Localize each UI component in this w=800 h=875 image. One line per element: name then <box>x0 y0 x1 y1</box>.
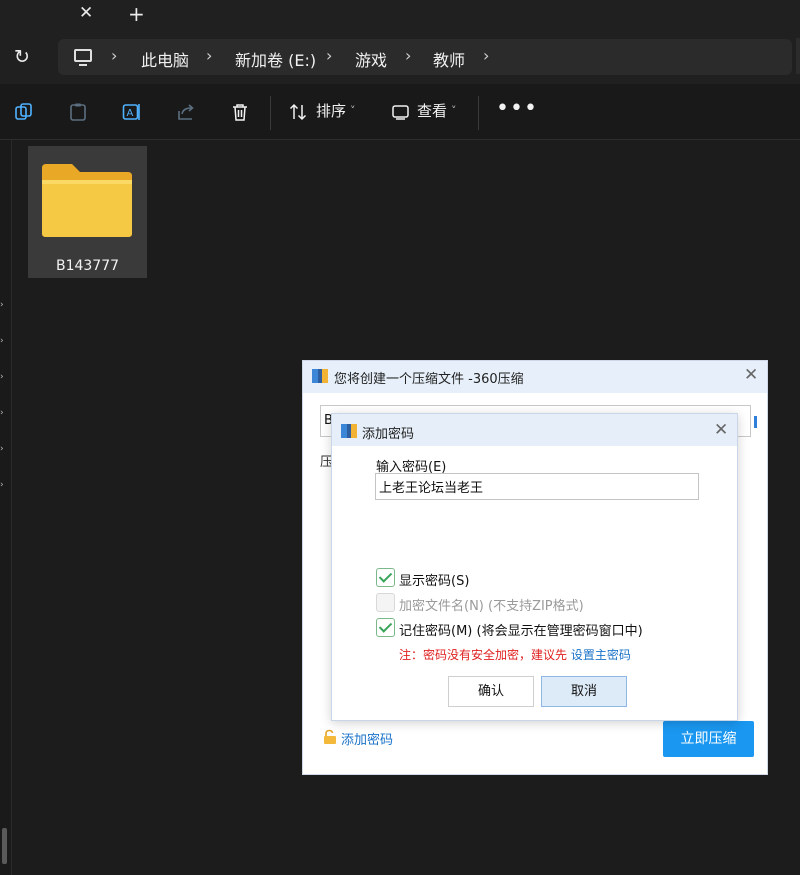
dialog-title-bar: 添加密码 ✕ <box>332 414 737 446</box>
breadcrumb-teacher[interactable]: 教师 <box>433 47 465 71</box>
chevron-right-icon[interactable]: › <box>405 46 411 65</box>
more-options-icon[interactable]: ••• <box>496 96 538 121</box>
chevron-right-icon[interactable]: › <box>206 46 212 65</box>
svg-text:A: A <box>127 108 134 119</box>
scrollbar-thumb[interactable] <box>2 828 7 864</box>
chevron-right-icon[interactable]: › <box>326 46 332 65</box>
encrypt-filename-checkbox <box>376 593 395 612</box>
folder-icon <box>42 164 132 237</box>
view-button[interactable]: 查看 <box>417 100 447 121</box>
paste-icon[interactable] <box>68 102 88 122</box>
folder-name: B143777 <box>55 258 120 274</box>
sort-button[interactable]: 排序 <box>316 100 346 121</box>
breadcrumb-this-pc[interactable]: 此电脑 <box>141 47 189 71</box>
sort-icon[interactable] <box>288 102 308 122</box>
close-tab-icon[interactable]: ✕ <box>79 3 93 23</box>
close-icon[interactable]: ✕ <box>744 365 758 385</box>
cancel-button[interactable]: 取消 <box>541 676 627 707</box>
compress-now-button[interactable]: 立即压缩 <box>663 721 754 757</box>
chevron-down-icon[interactable]: ˅ <box>350 104 356 117</box>
set-master-password-link[interactable]: 设置主密码 <box>571 648 631 662</box>
chevron-right-icon[interactable]: › <box>111 46 117 65</box>
add-password-dialog: 添加密码 ✕ 输入密码(E) 显示密码(S) 加密文件名(N) (不支持ZIP格… <box>331 413 738 721</box>
archive-app-icon <box>341 424 357 438</box>
toolbar-divider <box>478 96 479 130</box>
dialog-title: 添加密码 <box>362 427 415 442</box>
lock-open-icon[interactable] <box>322 729 338 745</box>
chevron-down-icon[interactable]: ˅ <box>451 104 457 117</box>
security-note-text: 注：密码没有安全加密，建议先 <box>399 648 571 662</box>
command-bar: A 排序 ˅ 查看 ˅ ••• <box>0 84 800 140</box>
tab-strip: ✕ + <box>0 0 800 30</box>
navigation-pane-edge: › › › › › › <box>0 140 12 875</box>
ok-button[interactable]: 确认 <box>448 676 534 707</box>
new-tab-icon[interactable]: + <box>128 2 145 26</box>
breadcrumb-games[interactable]: 游戏 <box>355 47 387 71</box>
expand-arrow-icon[interactable]: › <box>0 336 4 346</box>
encrypt-filename-label: 加密文件名(N) (不支持ZIP格式) <box>399 599 584 614</box>
remember-password-checkbox[interactable] <box>376 618 395 637</box>
add-password-link[interactable]: 添加密码 <box>341 729 393 748</box>
refresh-icon[interactable]: ↻ <box>14 46 36 68</box>
dialog-title: 您将创建一个压缩文件 -360压缩 <box>334 372 524 387</box>
share-icon[interactable] <box>176 102 196 122</box>
dialog-title-bar: 您将创建一个压缩文件 -360压缩 ✕ <box>303 361 767 393</box>
expand-arrow-icon[interactable]: › <box>0 480 4 490</box>
folder-item[interactable]: B143777 <box>28 146 147 278</box>
active-tab[interactable]: ✕ <box>0 0 112 30</box>
chevron-right-icon[interactable]: › <box>483 46 489 65</box>
toolbar-divider <box>270 96 271 130</box>
expand-arrow-icon[interactable]: › <box>0 300 4 310</box>
browse-icon[interactable] <box>754 416 757 428</box>
breadcrumb-drive-e[interactable]: 新加卷 (E:) <box>235 47 316 71</box>
expand-arrow-icon[interactable]: › <box>0 444 4 454</box>
this-pc-icon[interactable] <box>74 49 92 66</box>
view-icon[interactable] <box>391 102 411 122</box>
show-password-label: 显示密码(S) <box>399 574 470 589</box>
close-icon[interactable]: ✕ <box>714 420 728 440</box>
show-password-checkbox[interactable] <box>376 568 395 587</box>
rename-icon[interactable]: A <box>122 102 142 122</box>
expand-arrow-icon[interactable]: › <box>0 408 4 418</box>
password-input[interactable] <box>375 473 699 500</box>
security-note: 注：密码没有安全加密，建议先 设置主密码 <box>399 646 631 663</box>
remember-password-label: 记住密码(M) (将会显示在管理密码窗口中) <box>399 624 643 639</box>
archive-app-icon <box>312 369 328 383</box>
search-box-edge[interactable] <box>796 38 800 74</box>
expand-arrow-icon[interactable]: › <box>0 372 4 382</box>
delete-icon[interactable] <box>230 102 250 122</box>
copy-icon[interactable] <box>14 102 34 122</box>
address-bar[interactable]: › 此电脑 › 新加卷 (E:) › 游戏 › 教师 › <box>58 39 792 75</box>
address-row: ↻ › 此电脑 › 新加卷 (E:) › 游戏 › 教师 › <box>0 30 800 84</box>
